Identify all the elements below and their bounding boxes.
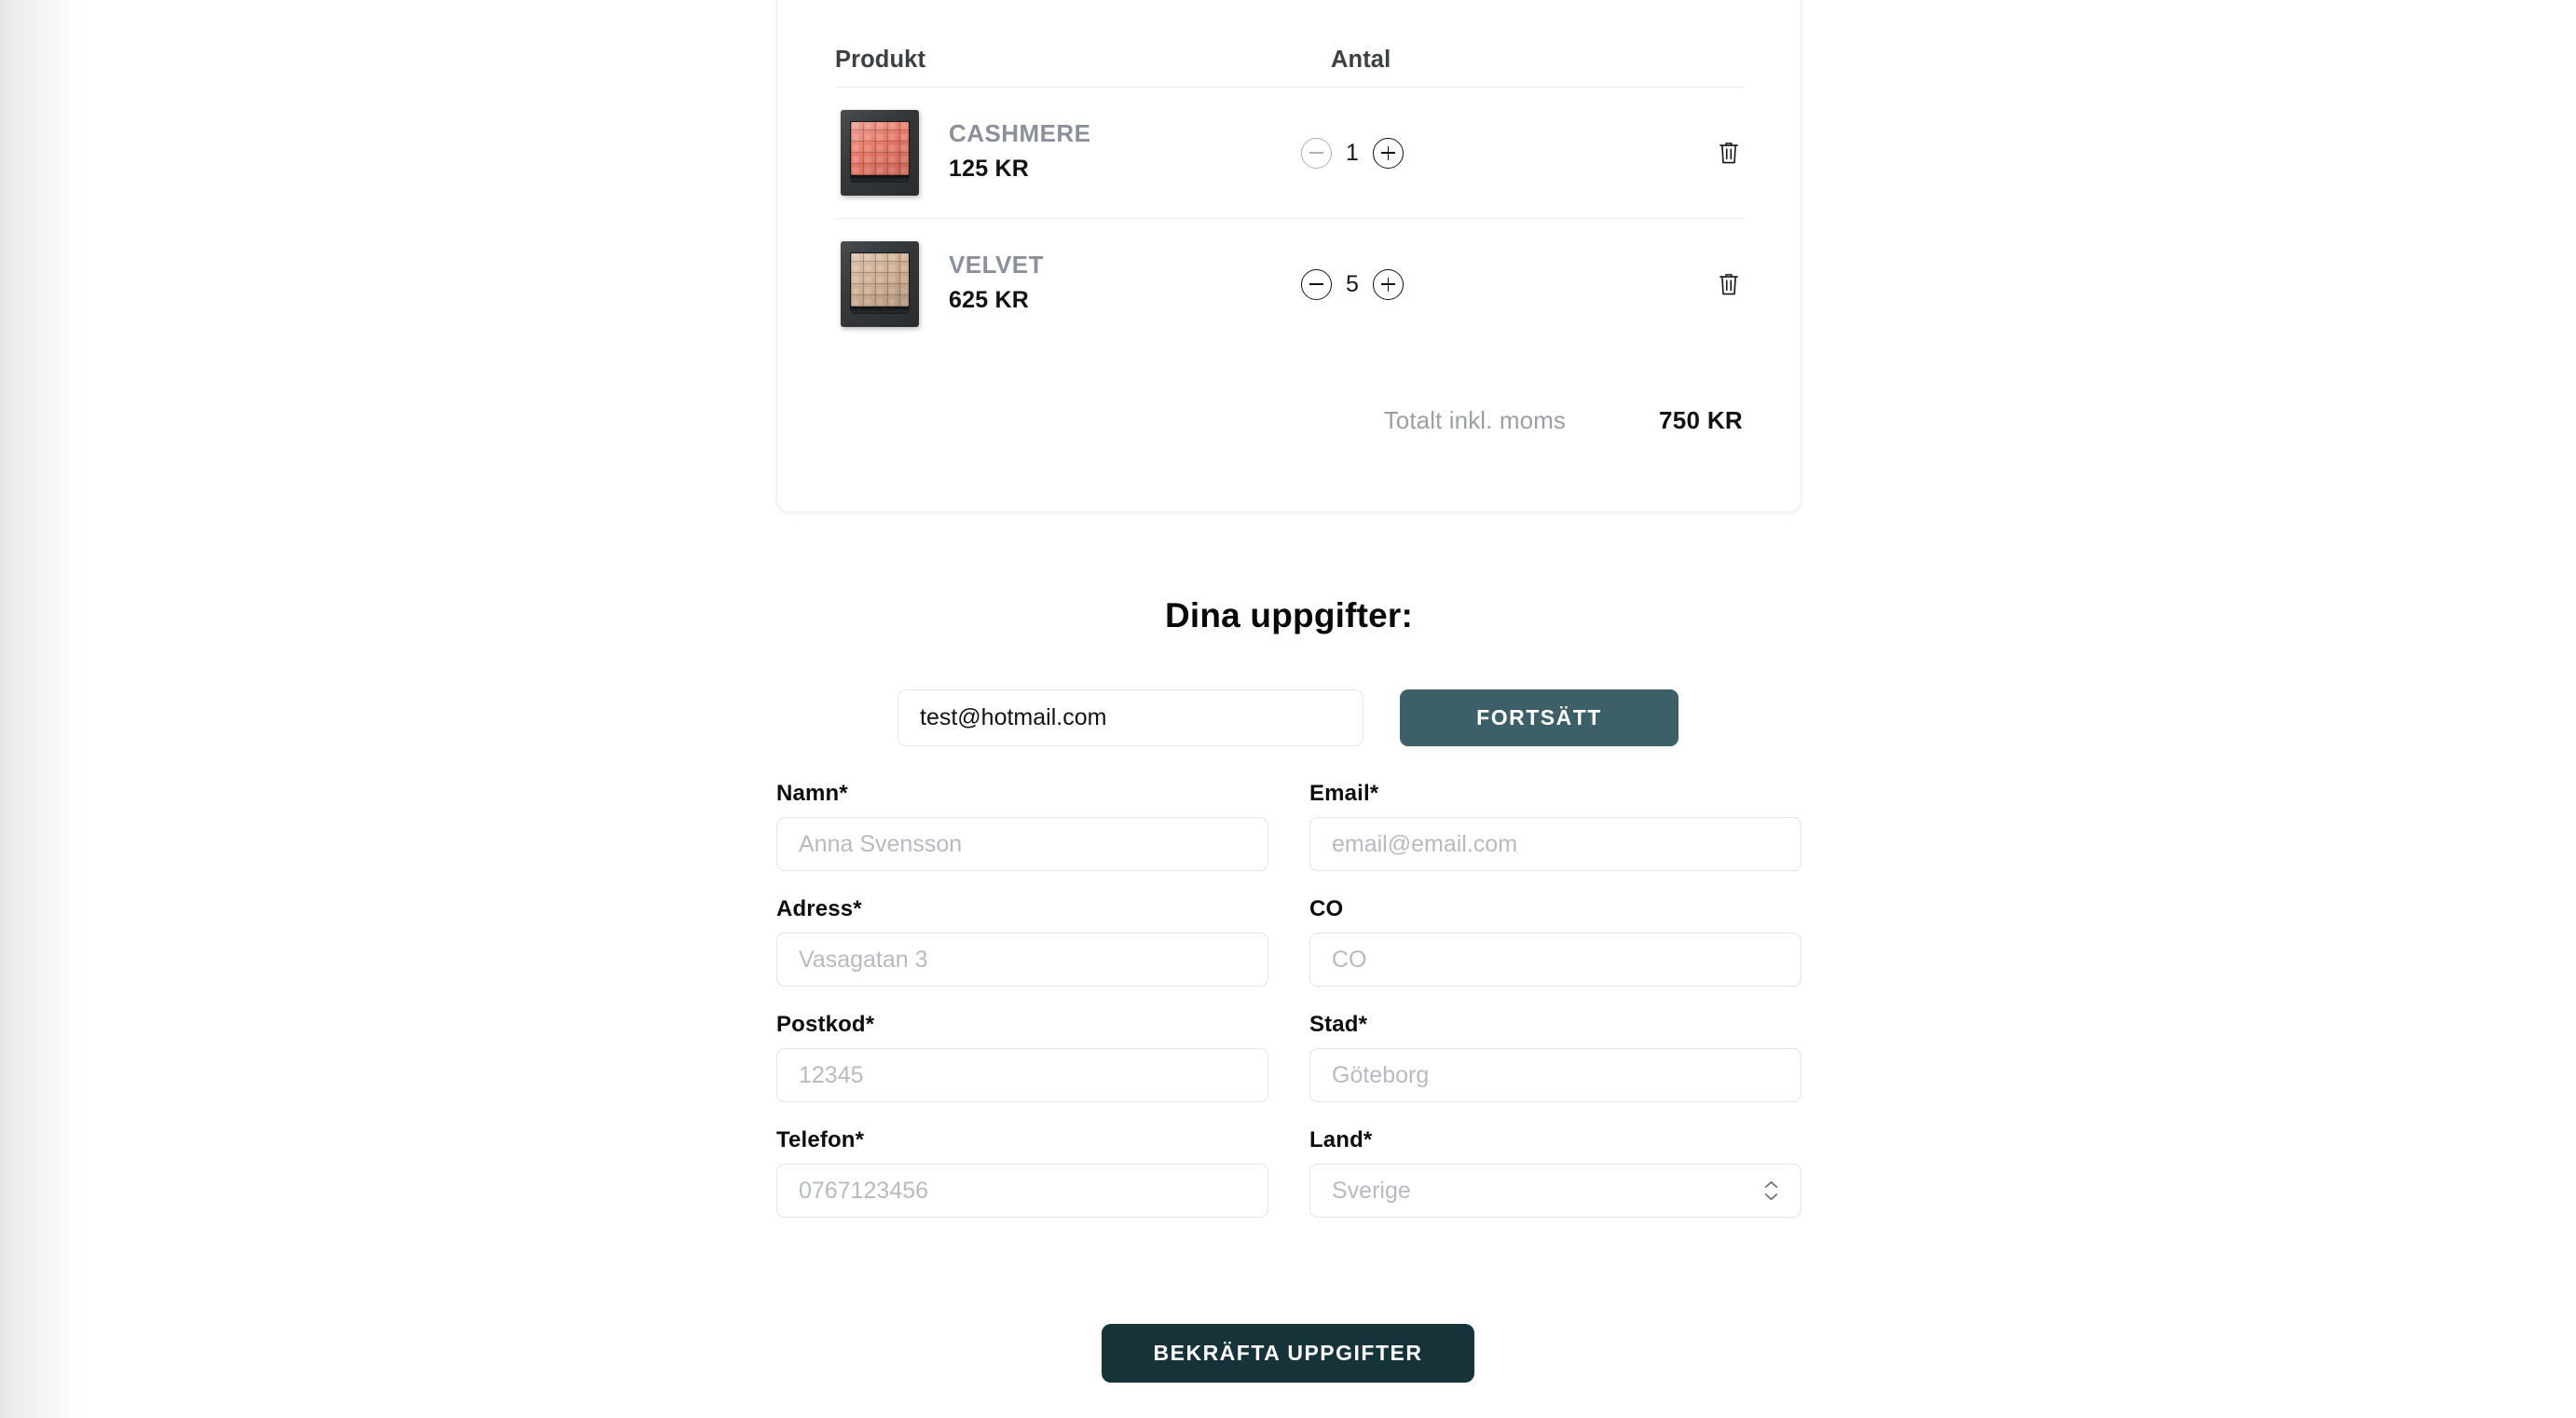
country-select[interactable]: Sverige (1309, 1164, 1802, 1218)
plus-circle-icon[interactable] (1372, 268, 1404, 300)
name-field[interactable] (776, 817, 1268, 871)
address-field[interactable] (776, 933, 1268, 987)
column-header-quantity: Antal (1331, 47, 1391, 73)
column-header-product: Produkt (835, 47, 926, 73)
form-field-co-field: CO (1309, 896, 1802, 987)
cart-item-row: VELVET 625 KR 5 (835, 219, 1743, 349)
cart-item-quantity-value: 1 (1345, 139, 1359, 166)
cart-item-name: VELVET (949, 251, 1044, 280)
label-phone-field: Telefon* (776, 1127, 865, 1152)
form-field-postcode-field: Postkod* (776, 1012, 1268, 1102)
form-field-email-field: Email* (1309, 781, 1802, 871)
cart-item-row: CASHMERE 125 KR 1 (835, 88, 1743, 218)
email-quick-input[interactable] (897, 689, 1363, 746)
checkout-page: Produkt Antal CASHMERE 125 KR 1 VELVET 6… (0, 0, 2576, 1418)
label-address-field: Adress* (776, 896, 862, 921)
form-field-phone-field: Telefon* (776, 1127, 1268, 1218)
cart-item-list: CASHMERE 125 KR 1 VELVET 625 KR 5 (835, 88, 1743, 349)
product-thumbnail-velvet (835, 239, 925, 329)
cart-item-product-cell: CASHMERE 125 KR (835, 108, 1301, 198)
form-field-name-field: Namn* (776, 781, 1268, 871)
label-co-field: CO (1309, 896, 1344, 921)
cart-item-name: CASHMERE (949, 119, 1091, 148)
minus-circle-icon[interactable] (1300, 137, 1332, 169)
cart-item-price: 625 KR (949, 286, 1029, 313)
label-city-field: Stad* (1309, 1012, 1368, 1037)
minus-circle-icon[interactable] (1300, 268, 1332, 300)
trash-icon[interactable] (1715, 138, 1743, 168)
total-value: 750 KR (1659, 405, 1743, 434)
page-title: Dina uppgifter: (1164, 596, 1414, 634)
email-quick-entry-row: FORTSÄTT (897, 689, 1679, 746)
cart-item-remove-cell (1590, 269, 1743, 299)
postcode-field[interactable] (776, 1048, 1268, 1102)
plus-circle-icon[interactable] (1372, 137, 1404, 169)
address-form: Namn* Email* Adress* CO Postkod* Stad* T… (776, 781, 1802, 1218)
city-field[interactable] (1309, 1048, 1802, 1102)
product-thumbnail-cashmere (835, 108, 925, 198)
continue-button[interactable]: FORTSÄTT (1400, 689, 1679, 746)
cart-table-header: Produkt Antal (835, 0, 1743, 87)
cart-item-quantity-value: 5 (1345, 270, 1359, 297)
phone-field[interactable] (776, 1164, 1268, 1218)
form-field-country-select: Land* Sverige (1309, 1127, 1802, 1218)
label-name-field: Namn* (776, 781, 848, 806)
cart-item-quantity-cell: 5 (1300, 268, 1590, 300)
cart-item-product-cell: VELVET 625 KR (835, 239, 1301, 329)
email-field[interactable] (1309, 817, 1802, 871)
label-country-select: Land* (1309, 1127, 1373, 1152)
trash-icon[interactable] (1715, 269, 1743, 299)
cart-item-quantity-cell: 1 (1300, 137, 1590, 169)
label-email-field: Email* (1309, 781, 1379, 806)
label-postcode-field: Postkod* (776, 1012, 875, 1037)
co-field[interactable] (1309, 933, 1802, 987)
form-field-city-field: Stad* (1309, 1012, 1802, 1102)
total-label: Totalt inkl. moms (1383, 405, 1566, 434)
cart-item-price: 125 KR (949, 155, 1029, 182)
cart-summary-card: Produkt Antal CASHMERE 125 KR 1 VELVET 6… (776, 0, 1802, 512)
confirm-details-button[interactable]: BEKRÄFTA UPPGIFTER (1102, 1324, 1474, 1383)
cart-total-row: Totalt inkl. moms 750 KR (835, 349, 1743, 491)
cart-item-remove-cell (1590, 138, 1743, 168)
form-field-address-field: Adress* (776, 896, 1268, 987)
